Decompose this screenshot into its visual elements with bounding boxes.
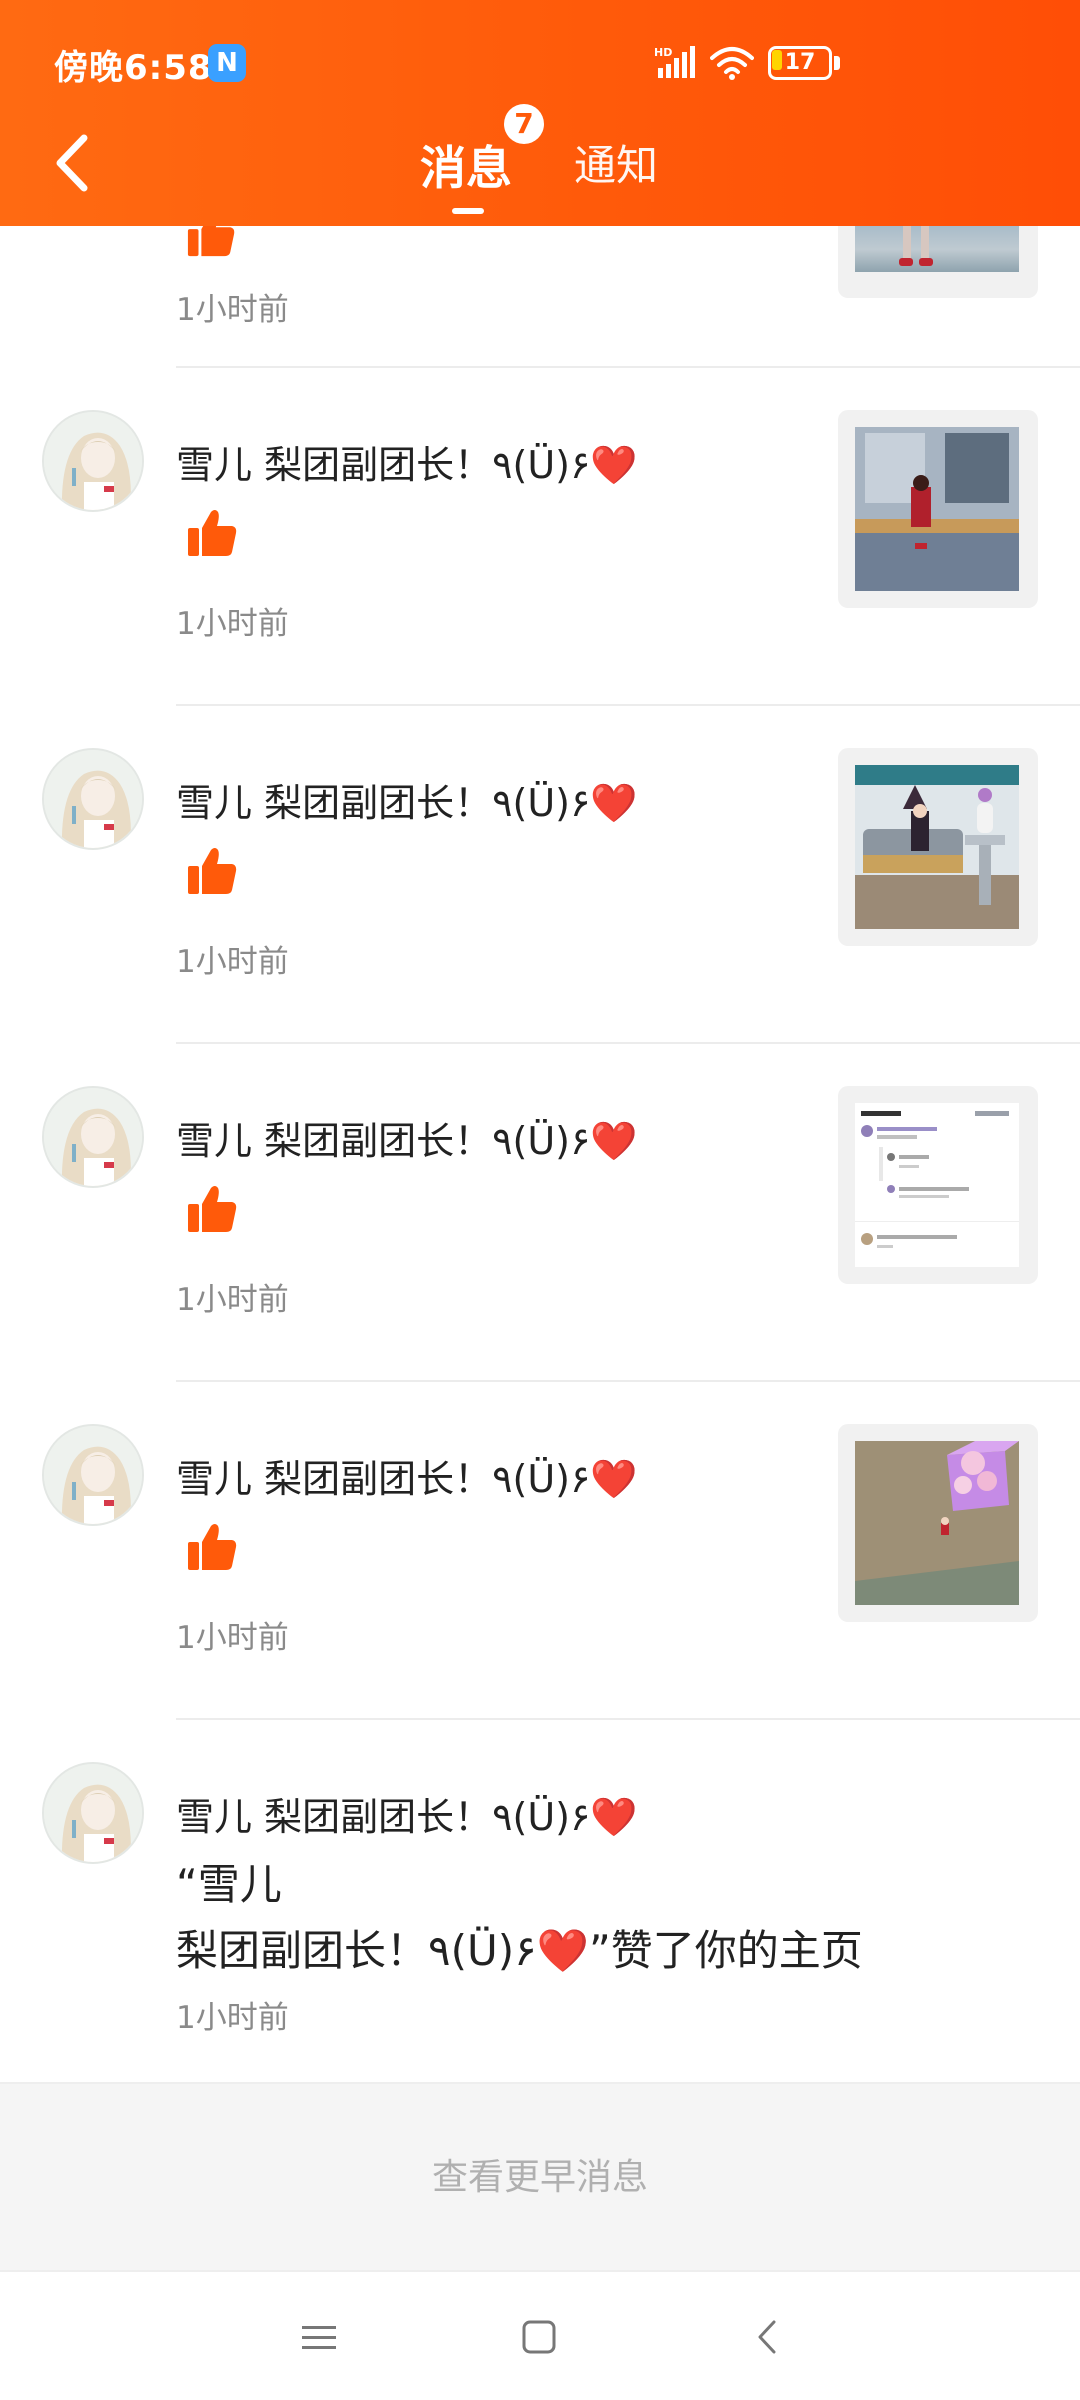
message-text: “雪儿 梨团副团长！٩(Ü)۶❤️”赞了你的主页 <box>176 1852 876 1984</box>
avatar[interactable] <box>42 1086 144 1188</box>
thumbs-up-icon <box>188 1186 237 1232</box>
username[interactable]: 雪儿 梨团副团长！٩(Ü)۶❤️ <box>176 434 638 489</box>
home-icon[interactable] <box>514 2312 564 2362</box>
wifi-icon <box>710 47 754 80</box>
divider <box>176 704 1080 706</box>
message-text-line: 梨团副团长！٩(Ü)۶❤️”赞了你的主页 <box>176 1926 863 1975</box>
battery-icon: 17 <box>768 46 840 80</box>
app-notification-icon: N <box>208 44 246 82</box>
thumbs-up-icon <box>188 510 237 556</box>
message-list: 1小时前 雪儿 梨团副团长！٩(Ü)۶❤️ 1小时前 雪儿 梨团副团长！٩(Ü)… <box>0 216 1080 2086</box>
item-time: 1小时前 <box>176 1282 289 1318</box>
divider <box>176 366 1080 368</box>
battery-level: 17 <box>784 50 816 75</box>
tab-notifications[interactable]: 通知 <box>574 132 658 193</box>
divider <box>176 1042 1080 1044</box>
list-item[interactable]: 雪儿 梨团副团长！٩(Ü)۶❤️ 1小时前 <box>0 366 1080 704</box>
post-thumbnail[interactable] <box>838 1086 1038 1284</box>
divider <box>176 1718 1080 1720</box>
item-time: 1小时前 <box>176 944 289 980</box>
item-time: 1小时前 <box>176 292 289 328</box>
tab-messages[interactable]: 消息 <box>420 132 512 198</box>
earlier-messages-bar: 查看更早消息 <box>0 2082 1080 2270</box>
username[interactable]: 雪儿 梨团副团长！٩(Ü)۶❤️ <box>176 772 638 827</box>
list-item[interactable]: 雪儿 梨团副团长！٩(Ü)۶❤️ 1小时前 <box>0 1380 1080 1718</box>
list-item[interactable]: 1小时前 <box>0 216 1080 366</box>
divider <box>176 1380 1080 1382</box>
unread-badge: 7 <box>504 104 544 144</box>
app-root: 傍晚6:58 N HD 17 消息 7 通知 1小时前 雪儿 梨团副团长！٩(Ü… <box>0 0 1080 2400</box>
username[interactable]: 雪儿 梨团副团长！٩(Ü)۶❤️ <box>176 1110 638 1165</box>
item-time: 1小时前 <box>176 1620 289 1656</box>
system-nav-bar <box>0 2270 1080 2400</box>
avatar[interactable] <box>42 1762 144 1864</box>
list-item[interactable]: 雪儿 梨团副团长！٩(Ü)۶❤️ 1小时前 <box>0 1042 1080 1380</box>
post-thumbnail[interactable] <box>838 748 1038 946</box>
status-time: 傍晚6:58 <box>54 48 213 88</box>
signal-icon: HD <box>654 46 695 78</box>
avatar[interactable] <box>42 1424 144 1526</box>
thumbs-up-icon <box>188 1524 237 1570</box>
avatar[interactable] <box>42 748 144 850</box>
list-item[interactable]: 雪儿 梨团副团长！٩(Ü)۶❤️ 1小时前 <box>0 704 1080 1042</box>
active-tab-indicator <box>452 208 484 214</box>
message-text-line: “雪儿 <box>176 1860 282 1909</box>
item-time: 1小时前 <box>176 606 289 642</box>
list-item[interactable]: 雪儿 梨团副团长！٩(Ü)۶❤️ “雪儿 梨团副团长！٩(Ü)۶❤️”赞了你的主… <box>0 1718 1080 2086</box>
nav-row: 消息 7 通知 <box>0 104 1080 226</box>
thumbs-up-icon <box>187 226 235 257</box>
avatar[interactable] <box>42 410 144 512</box>
thumbs-up-icon <box>188 848 237 894</box>
back-arrow-icon[interactable] <box>44 128 104 198</box>
view-earlier-button[interactable]: 查看更早消息 <box>0 2084 1080 2270</box>
system-back-icon[interactable] <box>744 2312 794 2362</box>
post-thumbnail[interactable] <box>838 1424 1038 1622</box>
post-thumbnail[interactable] <box>838 410 1038 608</box>
username[interactable]: 雪儿 梨团副团长！٩(Ü)۶❤️ <box>176 1786 638 1841</box>
header: 傍晚6:58 N HD 17 消息 7 通知 <box>0 0 1080 226</box>
menu-icon[interactable] <box>294 2312 344 2362</box>
svg-text:HD: HD <box>654 46 672 59</box>
username[interactable]: 雪儿 梨团副团长！٩(Ü)۶❤️ <box>176 1448 638 1503</box>
item-time: 1小时前 <box>176 2000 289 2036</box>
status-bar: 傍晚6:58 N HD 17 <box>0 0 1080 128</box>
post-thumbnail[interactable] <box>838 216 1038 298</box>
